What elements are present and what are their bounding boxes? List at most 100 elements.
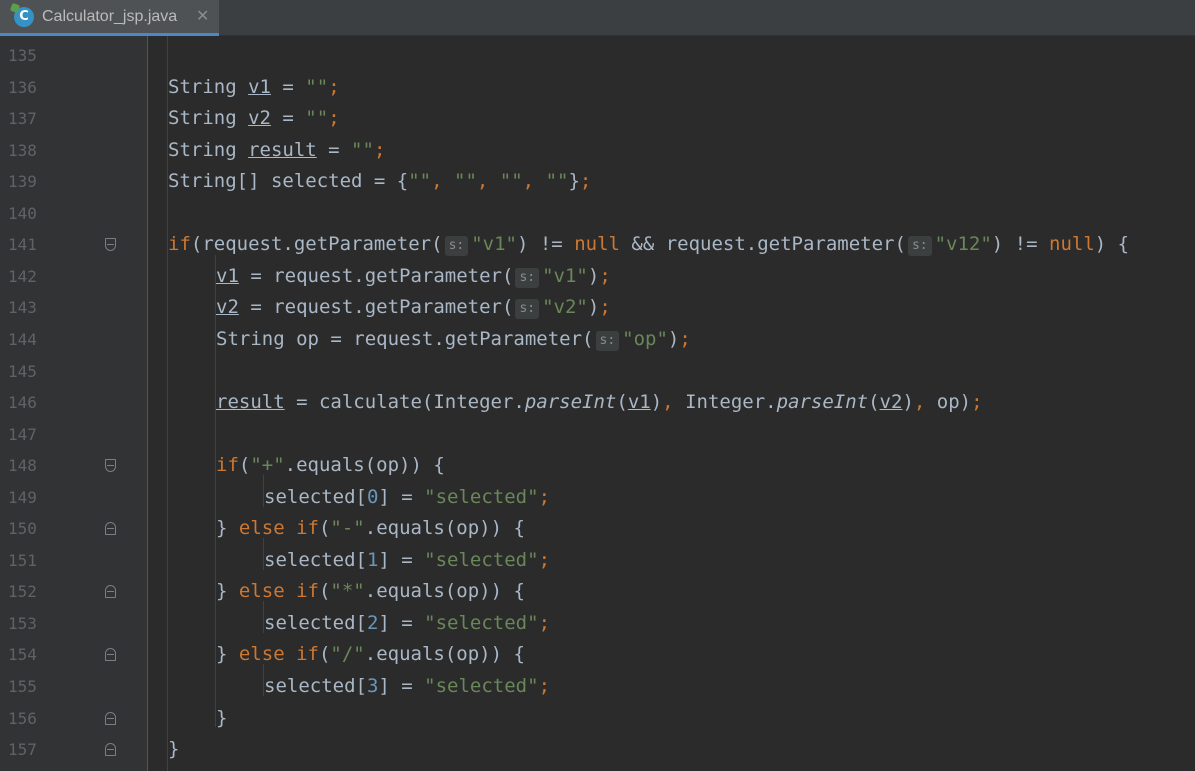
code-line[interactable]: } else if("*".equals(op)) { [216, 576, 525, 607]
code-token: ] = [378, 548, 425, 571]
code-token: if [216, 454, 239, 477]
code-token: result [216, 391, 285, 414]
code-token: , [522, 170, 546, 193]
parameter-hint: s: [515, 267, 540, 288]
line-number: 155 [8, 677, 37, 696]
code-token: "" [454, 170, 477, 193]
code-line[interactable]: String v2 = ""; [168, 103, 340, 134]
code-line[interactable]: v2 = request.getParameter(s: "v2"); [216, 292, 611, 323]
code-line[interactable]: } [168, 734, 179, 765]
code-token: selected[ [264, 548, 367, 571]
line-number: 152 [8, 582, 37, 602]
code-line[interactable]: } else if("/".equals(op)) { [216, 639, 525, 670]
code-token: v2 [216, 296, 239, 319]
code-line[interactable]: String op = request.getParameter(s: "op")… [216, 324, 691, 355]
code-token: ( [318, 643, 331, 666]
code-token: } [216, 517, 239, 540]
line-number: 143 [8, 298, 37, 318]
code-line[interactable]: selected[1] = "selected"; [264, 545, 550, 576]
fold-marker-icon[interactable] [105, 459, 116, 473]
code-token: "selected" [424, 611, 539, 634]
line-number: 135 [8, 46, 37, 65]
code-token: "" [351, 138, 374, 161]
line-number: 138 [8, 140, 37, 160]
code-line[interactable]: if(request.getParameter(s: "v1") != null … [168, 229, 1129, 260]
code-token: ( [318, 517, 331, 540]
code-token: , [662, 391, 686, 414]
line-number: 146 [8, 393, 37, 413]
parameter-hint: s: [907, 236, 932, 257]
code-token: else if [238, 643, 319, 666]
code-line[interactable]: if("+".equals(op)) { [216, 450, 445, 481]
code-token: String[] selected = { [168, 170, 409, 193]
code-token: = [270, 107, 306, 130]
code-token: ] = [378, 611, 425, 634]
code-token: "selected" [424, 485, 539, 508]
code-token: ( [318, 580, 331, 603]
fold-marker-icon[interactable] [105, 585, 116, 599]
code-token: ; [579, 170, 592, 193]
code-token: } [216, 580, 239, 603]
code-token: ] = [378, 675, 425, 697]
code-line[interactable]: selected[2] = "selected"; [264, 608, 550, 639]
code-line[interactable]: v1 = request.getParameter(s: "v1"); [216, 261, 611, 292]
code-token: } [216, 706, 228, 729]
code-token: "v1" [542, 264, 588, 287]
close-icon[interactable]: ✕ [196, 6, 209, 26]
code-token: , [431, 170, 454, 193]
parameter-hint: s: [515, 299, 540, 320]
code-token: ; [538, 675, 551, 697]
line-number: 144 [8, 329, 37, 349]
code-token: "+" [250, 454, 285, 477]
code-line[interactable]: String v1 = ""; [168, 72, 340, 103]
code-token: ) != [991, 233, 1049, 256]
code-token: "v12" [934, 233, 992, 256]
line-number: 151 [8, 550, 37, 570]
code-token: "op" [622, 327, 668, 350]
code-line[interactable]: result = calculate(Integer.parseInt(v1),… [216, 387, 983, 418]
line-number: 137 [8, 109, 37, 129]
code-line[interactable]: selected[3] = "selected"; [264, 671, 550, 702]
code-line[interactable]: } [216, 703, 227, 734]
code-line[interactable]: selected[0] = "selected"; [264, 482, 550, 513]
code-token: ) [587, 264, 600, 287]
code-line[interactable]: String[] selected = {"", "", "", ""}; [168, 166, 591, 197]
code-token: null [574, 233, 620, 256]
code-token: ( [868, 391, 880, 414]
fold-marker-icon[interactable] [105, 522, 116, 536]
line-number: 136 [8, 77, 37, 97]
code-token: ] = [378, 485, 425, 508]
code-token: ; [679, 327, 691, 350]
code-token: selected[ [264, 675, 367, 697]
code-token: .equals(op)) { [364, 580, 525, 603]
code-token: = [270, 75, 306, 98]
code-token: ; [373, 138, 386, 161]
code-line[interactable]: } else if("-".equals(op)) { [216, 513, 525, 544]
code-token: "" [408, 170, 432, 193]
code-token: Integer. [685, 391, 777, 414]
fold-marker-icon[interactable] [105, 743, 116, 757]
code-token: else if [238, 580, 319, 603]
fold-marker-icon[interactable] [105, 238, 116, 252]
code-token: ) [650, 391, 663, 414]
code-token: null [1049, 233, 1095, 256]
fold-marker-icon[interactable] [105, 711, 116, 725]
code-editor[interactable]: String v1 = ""; String v2 = ""; String res… [148, 36, 1195, 771]
code-line[interactable]: String result = ""; [168, 135, 385, 166]
tab-calculator-jsp[interactable]: C Calculator_jsp.java ✕ [0, 0, 219, 36]
code-token: .equals(op)) { [364, 643, 525, 666]
code-token: ; [599, 296, 611, 319]
code-token: "selected" [424, 548, 539, 571]
code-token: ( [238, 454, 251, 477]
line-number: 154 [8, 645, 37, 665]
code-token: v2 [879, 391, 903, 414]
parameter-hint: s: [444, 236, 469, 257]
code-token: 2 [366, 611, 379, 634]
code-token: "selected" [424, 675, 539, 697]
fold-marker-icon[interactable] [105, 648, 116, 662]
line-number: 139 [8, 172, 37, 192]
code-token: , [476, 170, 500, 193]
code-token: v1 [216, 264, 239, 287]
line-number: 156 [8, 708, 37, 728]
code-token: result [248, 138, 317, 161]
